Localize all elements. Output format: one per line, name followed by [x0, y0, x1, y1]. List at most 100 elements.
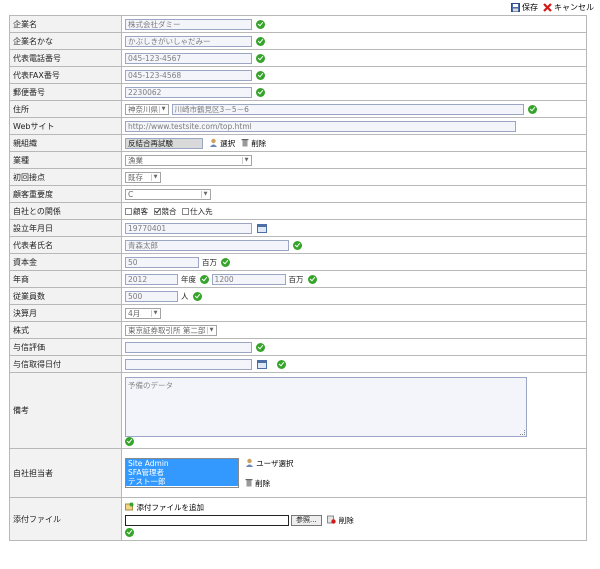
user-select-icon[interactable] [245, 458, 254, 469]
industry-select[interactable]: 漁業 ▼ [125, 154, 252, 166]
first-contact-value: 既存 [128, 172, 143, 182]
revenue-year-input[interactable]: 2012 [125, 273, 178, 285]
valid-check-icon [256, 19, 265, 29]
chevron-down-icon: ▼ [207, 326, 215, 334]
relation-supplier-checkbox[interactable] [182, 207, 190, 215]
relation-customer-checkbox[interactable] [125, 207, 132, 215]
delete-icon[interactable] [327, 515, 336, 526]
calendar-icon[interactable] [257, 359, 267, 369]
row-address: 住所 神奈川県 ▼ 川崎市鶴見区3－5－6 [9, 100, 587, 118]
owner-select-button[interactable]: ユーザ選択 [256, 459, 293, 468]
representative-input[interactable]: 青森太郎 [125, 239, 289, 251]
field-label: 企業名かな [9, 32, 122, 50]
checkbox-label: 仕入先 [190, 206, 213, 216]
field-label: 与信取得日付 [9, 355, 122, 373]
founded-input[interactable]: 19770401 [125, 222, 252, 234]
row-company-name: 企業名 株式会社ダミー [9, 15, 587, 33]
browse-button[interactable]: 参照... [291, 514, 322, 526]
street-input[interactable]: 川崎市鶴見区3－5－6 [171, 103, 524, 115]
parent-org-select-button[interactable]: 選択 [220, 139, 235, 148]
chevron-down-icon: ▼ [151, 173, 159, 181]
field-label: 株式 [9, 321, 122, 339]
row-founded: 設立年月日 19770401 [9, 219, 587, 237]
fiscal-month-value: 4月 [128, 308, 141, 318]
valid-check-icon [277, 359, 286, 369]
row-company-kana: 企業名かな かぶしきがいしゃだみー [9, 32, 587, 50]
cancel-button[interactable]: キャンセル [543, 2, 594, 13]
website-input[interactable]: http://www.testsite.com/top.html [125, 120, 516, 132]
valid-check-icon [293, 240, 302, 250]
row-website: Webサイト http://www.testsite.com/top.html [9, 117, 587, 135]
row-attachment: 添付ファイル 添付ファイルを追加 参照... 削除 [9, 497, 587, 541]
importance-select[interactable]: C ▼ [125, 188, 211, 200]
relation-competitor-checkbox[interactable] [153, 207, 161, 215]
postal-input[interactable]: 2230062 [125, 86, 252, 98]
valid-check-icon [192, 291, 202, 301]
row-relation: 自社との関係 顧客 競合 仕入先 [9, 202, 587, 220]
company-name-input[interactable]: 株式会社ダミー [125, 18, 252, 30]
list-item[interactable]: テスト一郎 [126, 476, 238, 486]
prefecture-select[interactable]: 神奈川県 ▼ [125, 103, 169, 115]
field-label: 自社担当者 [9, 448, 122, 498]
save-button[interactable]: 保存 [511, 2, 538, 13]
file-path-input[interactable] [125, 514, 289, 526]
field-label: 代表FAX番号 [9, 66, 122, 84]
valid-check-icon [256, 53, 265, 63]
list-item[interactable]: Site Admin [126, 458, 238, 468]
field-label: 自社との関係 [9, 202, 122, 220]
row-fax: 代表FAX番号 045-123-4568 [9, 66, 587, 84]
revenue-year-unit: 年度 [181, 274, 196, 284]
valid-check-icon [256, 342, 265, 352]
parent-org-delete-button[interactable]: 削除 [251, 139, 266, 148]
row-representative: 代表者氏名 青森太郎 [9, 236, 587, 254]
resize-grip-icon[interactable] [520, 429, 525, 435]
capital-input[interactable]: 50 [125, 256, 199, 268]
field-label: 業種 [9, 151, 122, 169]
add-attachment-button[interactable]: 添付ファイルを追加 [137, 503, 205, 512]
field-label: 年商 [9, 270, 122, 288]
importance-value: C [128, 189, 134, 199]
field-label: 従業員数 [9, 287, 122, 305]
first-contact-select[interactable]: 既存 ▼ [125, 171, 161, 183]
field-label: 郵便番号 [9, 83, 122, 101]
chevron-down-icon: ▼ [151, 309, 159, 317]
credit-rating-input[interactable] [125, 341, 252, 353]
phone-input[interactable]: 045-123-4567 [125, 52, 252, 64]
save-label: 保存 [522, 3, 538, 12]
owner-listbox[interactable]: Site Admin SFA管理者 テスト一郎 [125, 457, 239, 488]
credit-date-input[interactable] [125, 358, 252, 370]
close-icon [543, 3, 552, 12]
field-label: 企業名 [9, 15, 122, 33]
valid-check-icon [307, 274, 317, 284]
revenue-amount-input[interactable]: 1200 [211, 273, 286, 285]
list-item[interactable]: SFA管理者 [126, 467, 238, 477]
company-kana-input[interactable]: かぶしきがいしゃだみー [125, 35, 252, 47]
row-credit-rating: 与信評価 [9, 338, 587, 356]
field-label: 代表電話番号 [9, 49, 122, 67]
stock-value: 東京証券取引所 第二部 [128, 325, 206, 335]
row-employees: 従業員数 500 人 [9, 287, 587, 305]
attachment-delete-button[interactable]: 削除 [339, 516, 354, 525]
toolbar: 保存 キャンセル [0, 0, 600, 14]
company-form: 企業名 株式会社ダミー 企業名かな かぶしきがいしゃだみー 代表電話番号 045… [9, 15, 587, 541]
chevron-down-icon: ▼ [159, 105, 167, 113]
industry-value: 漁業 [128, 155, 143, 165]
employees-input[interactable]: 500 [125, 290, 178, 302]
checkbox-label: 競合 [161, 206, 177, 216]
trash-icon[interactable] [241, 138, 249, 149]
fiscal-month-select[interactable]: 4月 ▼ [125, 307, 161, 319]
owner-delete-button[interactable]: 削除 [255, 479, 270, 488]
chevron-down-icon: ▼ [201, 190, 209, 198]
calendar-icon[interactable] [257, 223, 267, 233]
field-label: 顧客重要度 [9, 185, 122, 203]
trash-icon[interactable] [245, 478, 253, 489]
stock-select[interactable]: 東京証券取引所 第二部 ▼ [125, 324, 217, 336]
add-attachment-icon[interactable] [125, 502, 134, 513]
field-label: 添付ファイル [9, 497, 122, 541]
valid-check-icon [125, 527, 134, 537]
user-select-icon[interactable] [209, 138, 218, 149]
revenue-amount-unit: 百万 [288, 274, 304, 284]
notes-textarea[interactable]: 予備のデータ [125, 376, 527, 437]
fax-input[interactable]: 045-123-4568 [125, 69, 252, 81]
notes-value: 予備のデータ [128, 380, 173, 390]
